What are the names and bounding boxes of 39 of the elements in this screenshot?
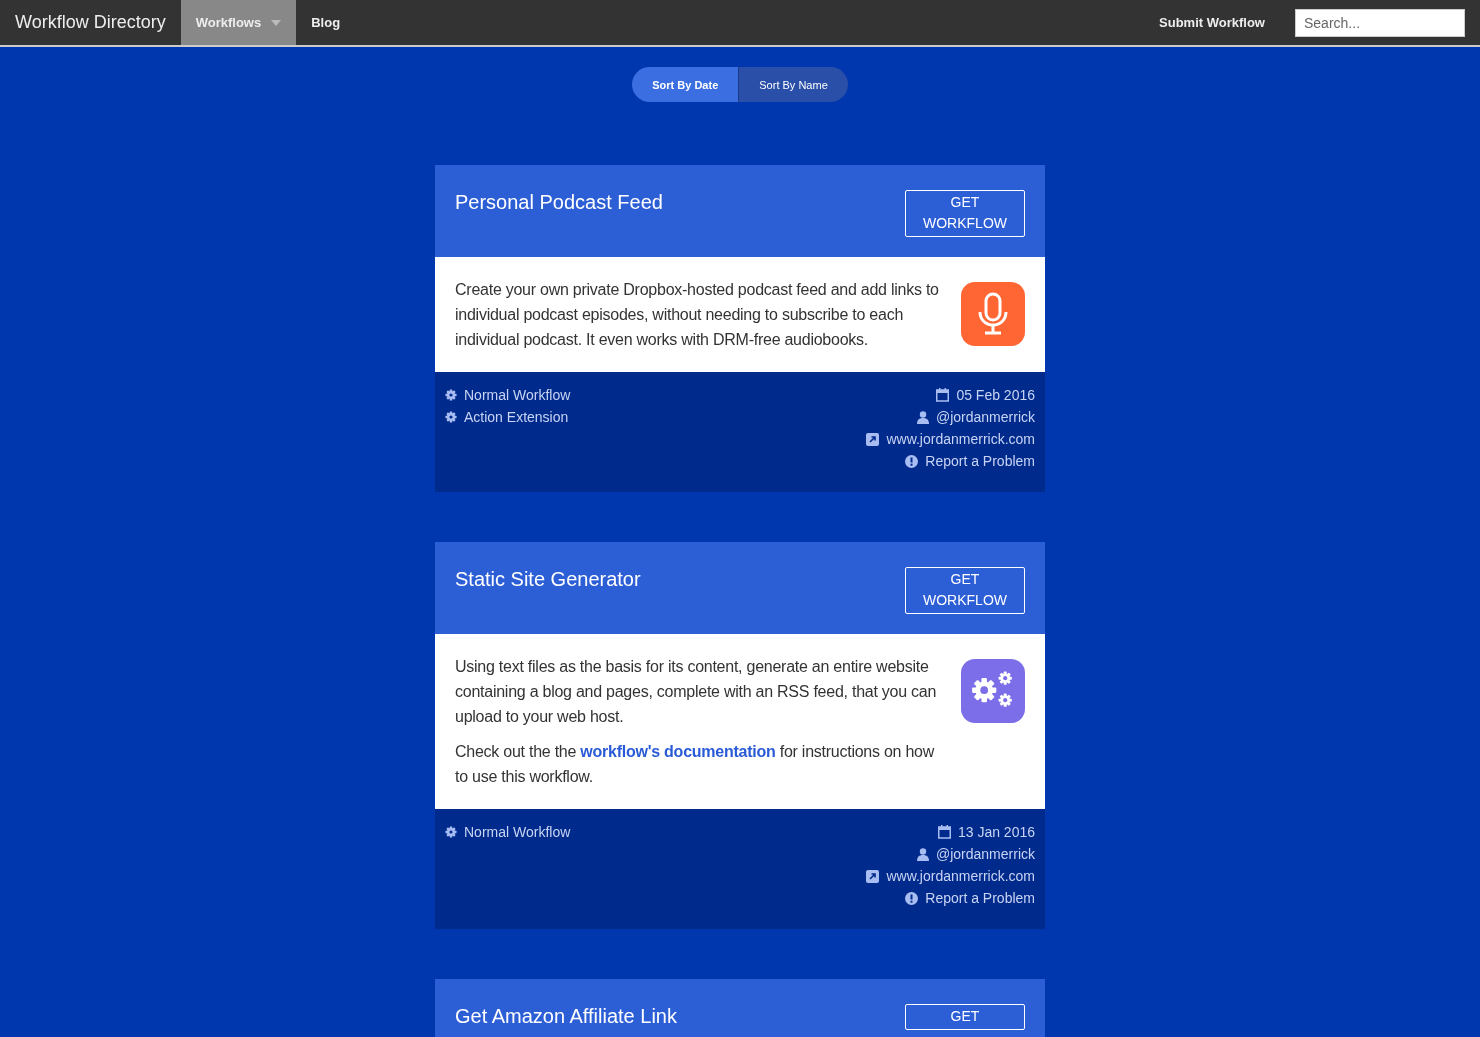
description: Check out the the workflow's documentation for instructions on how to use this workflow. (455, 742, 936, 787)
description: Create your own private Dropbox-hosted podcast feed and add links to individual podcast episodes, without needing to subscribe to each individual podcast. It even works with DRM-free audiobooks. (455, 280, 940, 350)
sort-button[interactable]: Sort By Date (632, 67, 739, 102)
submit-workflow-link[interactable]: Submit Workflow (1144, 0, 1280, 45)
calendar-icon (937, 825, 951, 839)
gear-icon (445, 826, 457, 838)
card-title: Static Site Generator (455, 567, 641, 591)
exclamation-icon (905, 454, 919, 468)
card-title: Personal Podcast Feed (455, 190, 663, 214)
brand-link[interactable]: Workflow Directory (0, 0, 181, 45)
author-link[interactable]: @jordanmerrick (936, 846, 1035, 862)
get-workflow-button[interactable]: GET WORKFLOW (905, 190, 1025, 237)
report-link[interactable]: Report a Problem (925, 890, 1035, 906)
date-text: 13 Jan 2016 (957, 824, 1035, 840)
exclamation-icon (905, 891, 919, 905)
website-link[interactable]: www.jordanmerrick.com (886, 868, 1035, 884)
workflow-type: Normal Workflow (464, 387, 571, 403)
microphone-icon (977, 292, 1009, 336)
gear-icon (445, 411, 457, 423)
website-link[interactable]: www.jordanmerrick.com (886, 431, 1035, 447)
search-field[interactable]: Search... (1295, 9, 1465, 37)
documentation-link[interactable]: workflow's documentation (580, 743, 776, 760)
sort-button[interactable]: Sort By Name (738, 67, 848, 102)
report-link[interactable]: Report a Problem (925, 453, 1035, 469)
person-icon (917, 847, 929, 861)
external-link-icon (866, 869, 880, 883)
nav-item[interactable]: Blog (296, 0, 356, 45)
card-title: Get Amazon Affiliate Link (455, 1004, 677, 1028)
workflow-type: Action Extension (464, 409, 569, 425)
person-icon (917, 410, 929, 424)
date-text: 05 Feb 2016 (956, 387, 1035, 403)
calendar-icon (936, 388, 950, 402)
get-workflow-button[interactable]: GET (905, 1004, 1025, 1030)
workflow-type: Normal Workflow (464, 824, 571, 840)
description: Using text files as the basis for its content, generate an entire website containing a blog and pages, complete with an RSS feed, that you can upload to your web host. (455, 657, 938, 727)
author-link[interactable]: @jordanmerrick (936, 409, 1035, 425)
get-workflow-button[interactable]: GET WORKFLOW (905, 567, 1025, 614)
gear-icon (445, 389, 457, 401)
external-link-icon (866, 432, 880, 446)
